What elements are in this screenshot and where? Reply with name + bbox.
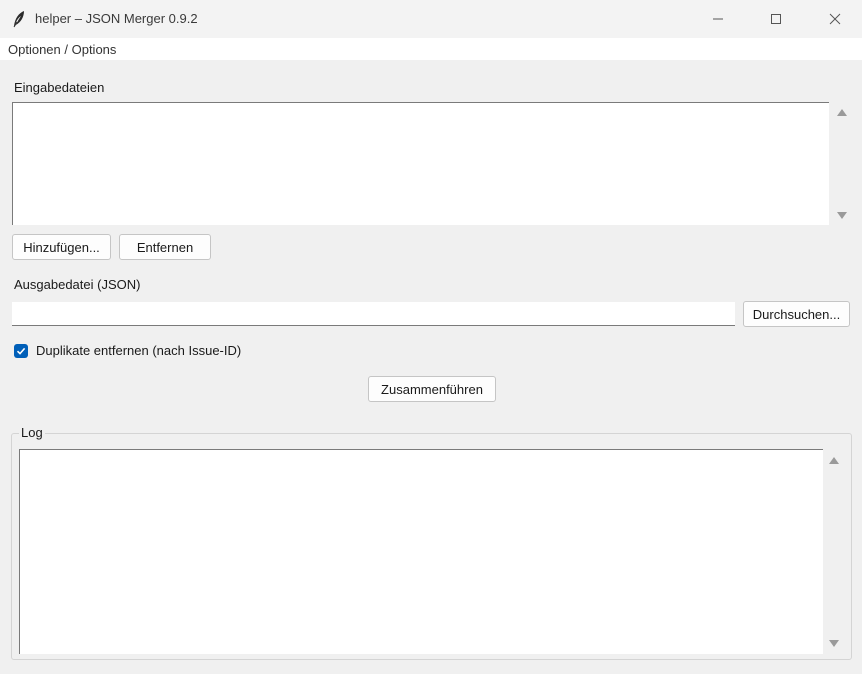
log-title: Log bbox=[19, 425, 45, 440]
log-scrollbar[interactable] bbox=[823, 449, 847, 654]
feather-icon bbox=[12, 10, 26, 28]
close-icon bbox=[829, 13, 841, 25]
main-window: helper – JSON Merger 0.9.2 Optionen / Op… bbox=[0, 0, 862, 674]
minimize-button[interactable] bbox=[688, 0, 748, 38]
log-scroll-up-icon[interactable] bbox=[829, 457, 839, 464]
input-files-listbox[interactable] bbox=[12, 102, 829, 225]
output-file-input[interactable] bbox=[12, 302, 735, 326]
menu-options[interactable]: Optionen / Options bbox=[8, 42, 116, 57]
input-files-label: Eingabedateien bbox=[14, 80, 105, 95]
close-button[interactable] bbox=[805, 0, 862, 38]
input-files-scrollbar[interactable] bbox=[830, 102, 854, 225]
scroll-down-icon[interactable] bbox=[837, 212, 847, 219]
maximize-icon bbox=[771, 14, 781, 24]
log-scroll-down-icon[interactable] bbox=[829, 640, 839, 647]
add-files-button[interactable]: Hinzufügen... bbox=[12, 234, 111, 260]
remove-files-button[interactable]: Entfernen bbox=[119, 234, 211, 260]
window-title: helper – JSON Merger 0.9.2 bbox=[35, 11, 198, 26]
log-textarea[interactable] bbox=[19, 449, 823, 654]
browse-button[interactable]: Durchsuchen... bbox=[743, 301, 850, 327]
dedupe-option[interactable]: Duplikate entfernen (nach Issue-ID) bbox=[14, 343, 241, 358]
title-bar: helper – JSON Merger 0.9.2 bbox=[0, 0, 862, 38]
merge-button[interactable]: Zusammenführen bbox=[368, 376, 496, 402]
menu-bar: Optionen / Options bbox=[0, 38, 862, 60]
minimize-icon bbox=[713, 18, 723, 20]
dedupe-checkbox[interactable] bbox=[14, 343, 28, 358]
dedupe-label: Duplikate entfernen (nach Issue-ID) bbox=[36, 343, 242, 358]
maximize-button[interactable] bbox=[746, 0, 806, 38]
output-file-label: Ausgabedatei (JSON) bbox=[14, 277, 141, 292]
scroll-up-icon[interactable] bbox=[837, 109, 847, 116]
checkmark-icon bbox=[16, 347, 26, 355]
